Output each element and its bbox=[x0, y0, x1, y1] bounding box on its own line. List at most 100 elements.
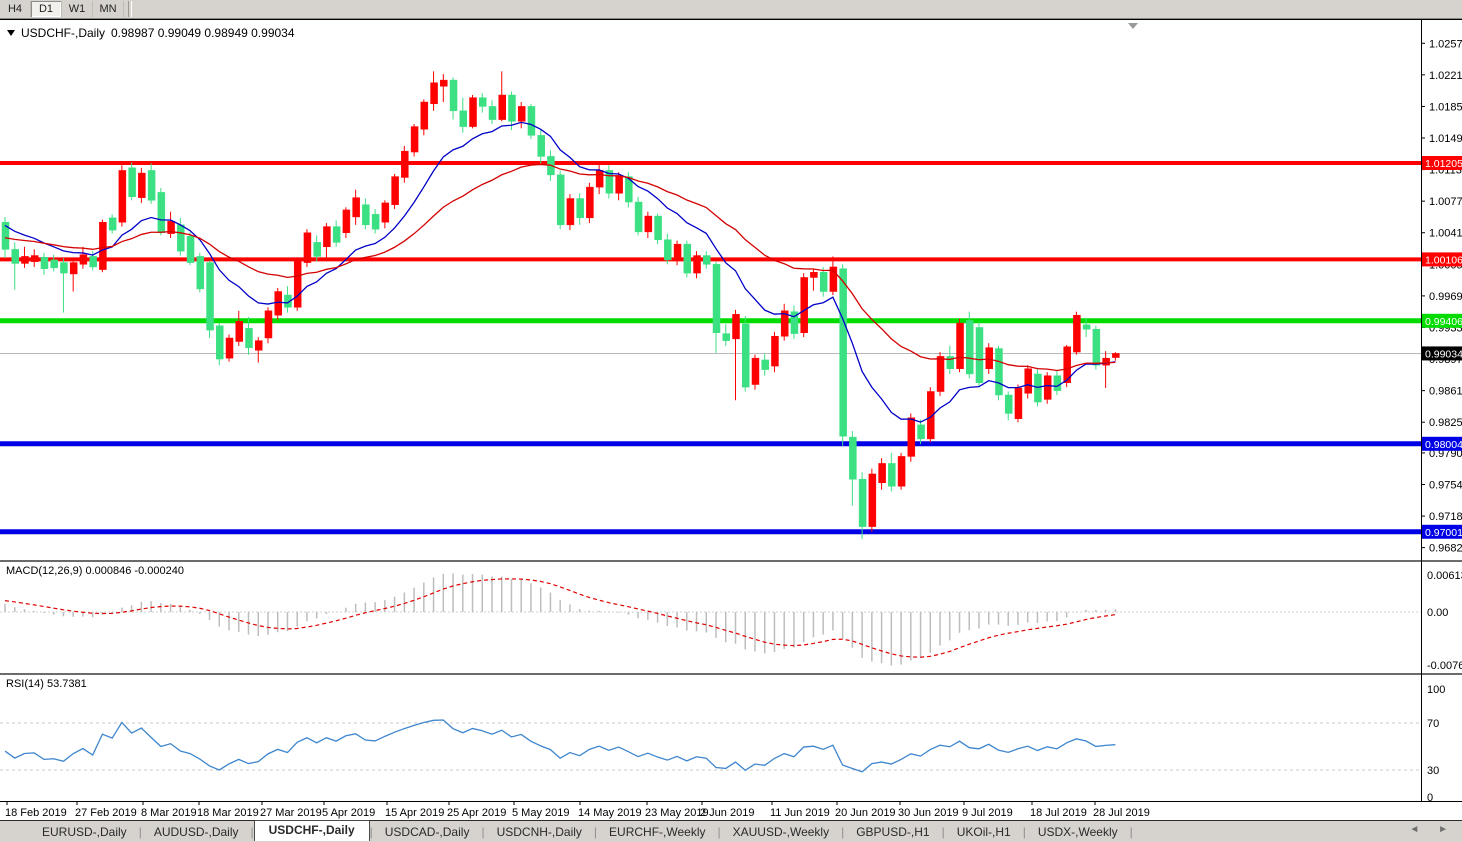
candle-down bbox=[333, 227, 340, 243]
timeframe-button-w1[interactable]: W1 bbox=[62, 1, 93, 17]
timeframe-button-d1[interactable]: D1 bbox=[31, 1, 62, 17]
candle-up bbox=[236, 321, 243, 341]
chart-window[interactable]: 1.025701.022101.018501.014901.011301.007… bbox=[0, 19, 1462, 820]
price-badge-label: 0.98004 bbox=[1425, 439, 1462, 451]
candle-down bbox=[216, 326, 223, 359]
candle-up bbox=[879, 463, 886, 482]
candle-down bbox=[1093, 329, 1100, 365]
candle-up bbox=[138, 173, 145, 198]
candle-down bbox=[197, 256, 204, 288]
candle-down bbox=[12, 249, 19, 263]
tab-scroll-arrows[interactable]: ◄ ► bbox=[1409, 824, 1456, 835]
candle-up bbox=[1025, 369, 1032, 394]
candle-down bbox=[60, 263, 67, 274]
candle-down bbox=[479, 98, 486, 107]
candle-up bbox=[392, 177, 399, 205]
candle-up bbox=[771, 336, 778, 366]
candle-up bbox=[752, 358, 759, 384]
candle-down bbox=[762, 360, 769, 370]
candle-down bbox=[372, 214, 379, 229]
candle-up bbox=[255, 341, 262, 351]
candle-down bbox=[177, 225, 184, 251]
candle-up bbox=[382, 203, 389, 222]
candle-up bbox=[898, 456, 905, 486]
tab-xauusd-weekly[interactable]: XAUUSD-,Weekly bbox=[721, 823, 841, 841]
price-tick-label: 1.01490 bbox=[1429, 133, 1462, 145]
candle-up bbox=[937, 356, 944, 391]
candle-up bbox=[226, 338, 233, 358]
price-chart-canvas[interactable]: 1.025701.022101.018501.014901.011301.007… bbox=[0, 20, 1462, 820]
date-tick-label: 18 Jul 2019 bbox=[1030, 807, 1087, 819]
candle-up bbox=[1015, 388, 1022, 419]
price-tick-label: 1.00770 bbox=[1429, 196, 1462, 208]
ohlc-values: 0.98987 0.99049 0.98949 0.99034 bbox=[111, 26, 295, 40]
candle-down bbox=[840, 269, 847, 437]
tab-usdcad-daily[interactable]: USDCAD-,Daily bbox=[373, 823, 482, 841]
candle-up bbox=[411, 127, 418, 152]
candle-down bbox=[849, 437, 856, 479]
price-tick-label: 0.97540 bbox=[1429, 479, 1462, 491]
tab-gbpusd-h1[interactable]: GBPUSD-,H1 bbox=[844, 823, 941, 841]
date-tick-label: 9 Jul 2019 bbox=[962, 807, 1013, 819]
candle-up bbox=[567, 199, 574, 225]
rsi-axis-label: 30 bbox=[1427, 765, 1439, 777]
tab-audusd-daily[interactable]: AUDUSD-,Daily bbox=[142, 823, 251, 841]
tab-eurchf-weekly[interactable]: EURCHF-,Weekly bbox=[597, 823, 717, 841]
candle-down bbox=[528, 106, 535, 135]
candle-down bbox=[246, 328, 253, 347]
date-tick-label: 18 Mar 2019 bbox=[197, 807, 259, 819]
autoscroll-marker-icon[interactable] bbox=[1128, 23, 1138, 29]
candle-up bbox=[470, 98, 477, 127]
tab-ukoil-h1[interactable]: UKOil-,H1 bbox=[945, 823, 1023, 841]
candle-up bbox=[99, 222, 106, 269]
candle-up bbox=[645, 216, 652, 232]
tab-usdcnh-daily[interactable]: USDCNH-,Daily bbox=[485, 823, 594, 841]
candle-up bbox=[869, 474, 876, 527]
candle-down bbox=[450, 80, 457, 111]
candle-down bbox=[158, 192, 165, 232]
price-tick-label: 1.00410 bbox=[1429, 228, 1462, 240]
timeframe-toolbar: H4D1W1MN bbox=[0, 0, 1462, 19]
tab-eurusd-daily[interactable]: EURUSD-,Daily bbox=[30, 823, 139, 841]
candle-down bbox=[918, 425, 925, 439]
candle-up bbox=[275, 292, 282, 316]
candle-down bbox=[557, 175, 564, 225]
candle-up bbox=[596, 170, 603, 187]
candle-up bbox=[518, 106, 525, 121]
candle-up bbox=[733, 314, 740, 339]
chart-tab-bar: EURUSD-,Daily|AUDUSD-,Daily|USDCHF-,Dail… bbox=[0, 820, 1462, 842]
candle-down bbox=[508, 95, 515, 121]
candle-up bbox=[401, 151, 408, 177]
candle-down bbox=[976, 327, 983, 382]
candle-down bbox=[314, 242, 321, 256]
candle-down bbox=[129, 168, 136, 197]
candle-down bbox=[362, 205, 369, 225]
candle-up bbox=[1044, 376, 1051, 400]
date-tick-label: 27 Mar 2019 bbox=[260, 807, 322, 819]
candle-up bbox=[421, 102, 428, 129]
date-tick-label: 20 Jun 2019 bbox=[835, 807, 896, 819]
date-tick-label: 8 Mar 2019 bbox=[141, 807, 197, 819]
candle-down bbox=[664, 240, 671, 260]
candle-down bbox=[995, 349, 1002, 395]
candle-down bbox=[684, 244, 691, 273]
candle-up bbox=[431, 83, 438, 104]
date-tick-label: 14 May 2019 bbox=[578, 807, 642, 819]
rsi-axis-label: 0 bbox=[1427, 792, 1433, 804]
symbol-dropdown-icon[interactable] bbox=[7, 30, 15, 36]
candle-down bbox=[742, 324, 749, 387]
candle-down bbox=[489, 106, 496, 119]
candle-up bbox=[353, 198, 360, 217]
timeframe-button-mn[interactable]: MN bbox=[93, 1, 124, 17]
candle-up bbox=[801, 277, 808, 332]
price-tick-label: 0.98250 bbox=[1429, 417, 1462, 429]
symbol-label: USDCHF-,Daily bbox=[21, 26, 105, 40]
tab-usdchf-daily[interactable]: USDCHF-,Daily bbox=[254, 820, 370, 841]
candle-down bbox=[538, 135, 545, 156]
candle-down bbox=[859, 479, 866, 526]
tab-usdx-weekly[interactable]: USDX-,Weekly bbox=[1026, 823, 1130, 841]
toolbar-divider bbox=[128, 1, 132, 17]
timeframe-button-h4[interactable]: H4 bbox=[0, 1, 31, 17]
candle-down bbox=[723, 334, 730, 341]
candle-down bbox=[635, 202, 642, 232]
